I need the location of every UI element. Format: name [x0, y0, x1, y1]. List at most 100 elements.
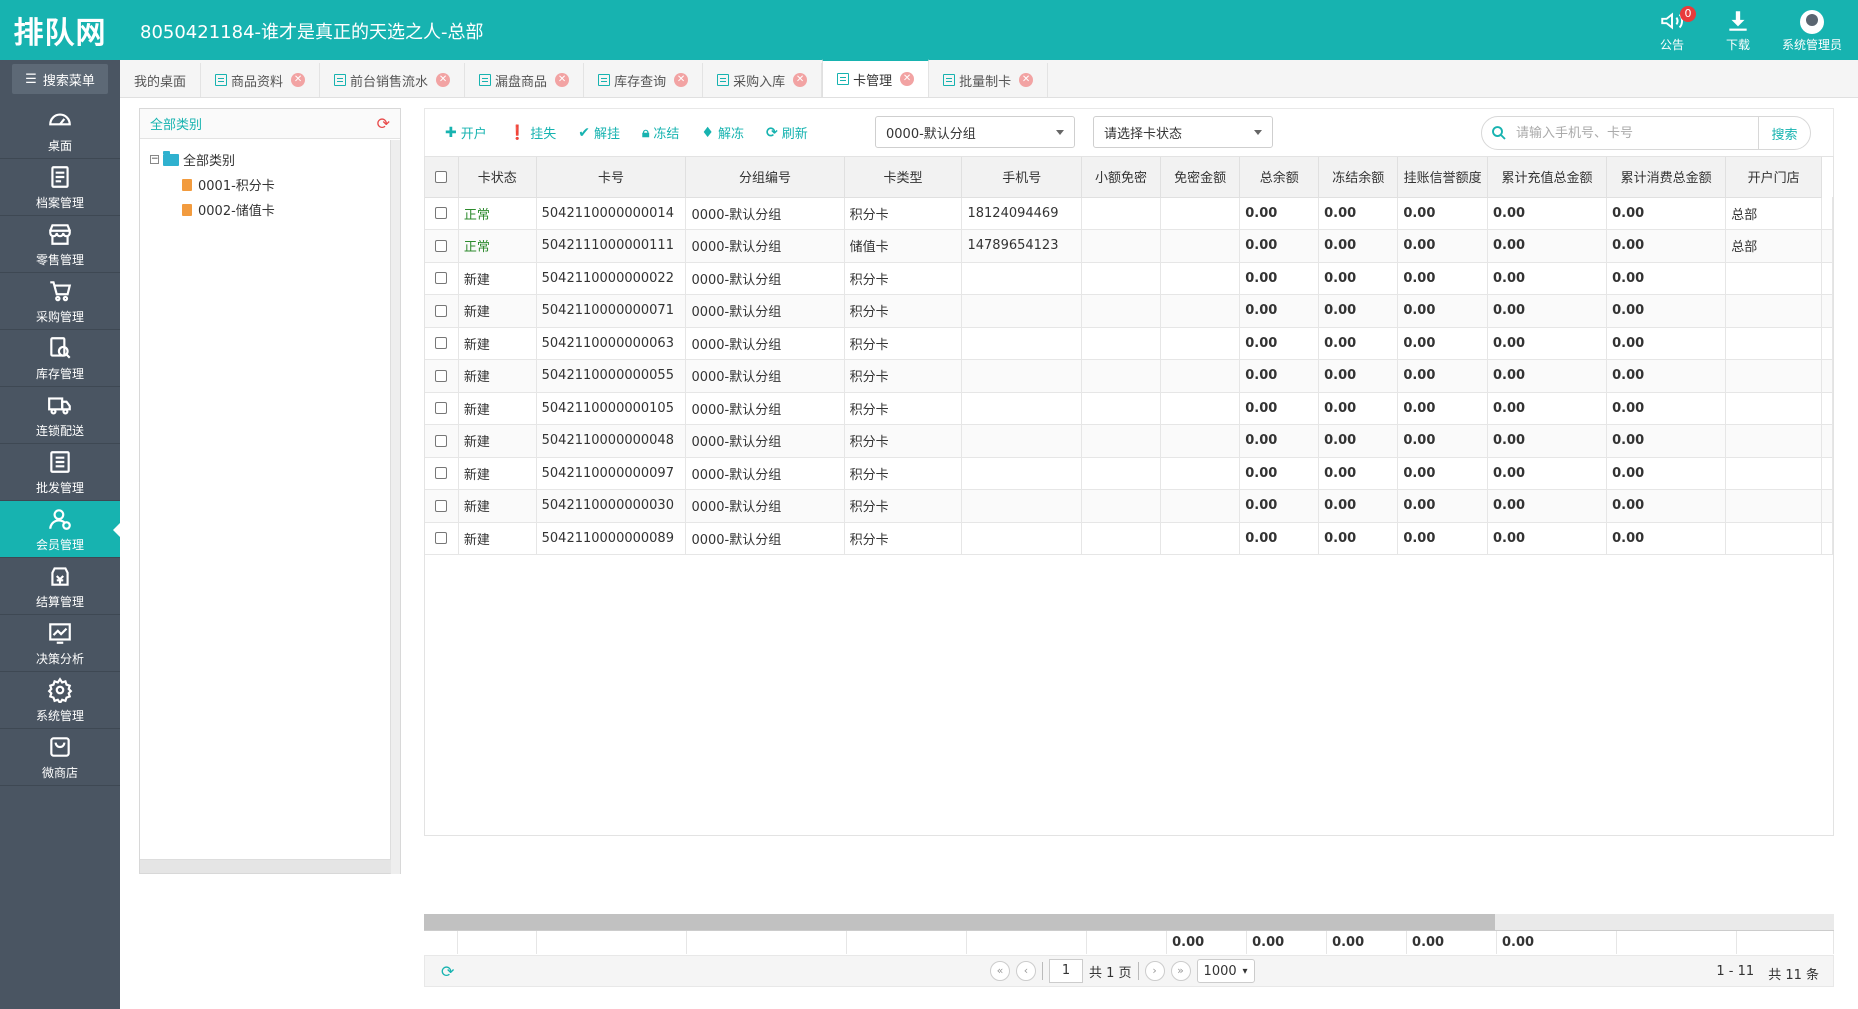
table-row[interactable]: 新建 5042110000000097 0000-默认分组 积分卡 0.00 0.00 0.… — [425, 457, 1833, 490]
row-checkbox[interactable] — [425, 489, 459, 523]
info-icon: ❗ — [508, 124, 527, 141]
search-menu-button[interactable]: ☰ 搜索菜单 — [12, 64, 108, 94]
column-header[interactable]: 卡状态 — [458, 157, 537, 198]
close-icon[interactable]: ✕ — [555, 73, 570, 87]
table-row[interactable]: 正常 5042111000000111 0000-默认分组 储值卡 1478965412… — [425, 229, 1833, 263]
table-row[interactable]: 新建 5042110000000089 0000-默认分组 积分卡 0.00 0.00 0.… — [425, 522, 1833, 555]
tab-batch-card[interactable]: 批量制卡 ✕ — [929, 63, 1049, 97]
app-logo[interactable]: 排队网 — [0, 0, 120, 60]
row-checkbox[interactable] — [425, 262, 459, 295]
tab-card-management[interactable]: 卡管理 ✕ — [822, 59, 930, 97]
row-checkbox[interactable] — [425, 359, 459, 393]
table-cell — [1160, 424, 1241, 458]
table-row[interactable]: 新建 5042110000000048 0000-默认分组 积分卡 0.00 0.00 0.… — [425, 424, 1833, 458]
column-header[interactable]: 挂账信誉额度 — [1397, 157, 1488, 198]
column-header[interactable]: 累计充值总金额 — [1487, 157, 1608, 198]
tab-inventory-query[interactable]: 库存查询 ✕ — [584, 63, 704, 97]
tree-node-stored-value-card[interactable]: 0002-储值卡 — [150, 197, 390, 222]
sidebar-item-inventory[interactable]: 库存管理 — [0, 330, 120, 387]
column-header[interactable]: 冻结余额 — [1318, 157, 1399, 198]
table-row[interactable]: 新建 5042110000000022 0000-默认分组 积分卡 0.00 0.00 0.… — [425, 262, 1833, 295]
table-row[interactable]: 新建 5042110000000030 0000-默认分组 积分卡 0.00 0.00 0.… — [425, 489, 1833, 523]
freeze-button[interactable]: 🔒︎ 冻结 — [642, 123, 679, 143]
page-number-input[interactable]: 1 — [1049, 959, 1083, 983]
row-checkbox[interactable] — [425, 392, 459, 425]
refresh-button[interactable]: ⟳ 刷新 — [766, 123, 808, 143]
sidebar-item-retail[interactable]: 零售管理 — [0, 216, 120, 273]
tab-pos-sales[interactable]: 前台销售流水 ✕ — [320, 63, 466, 97]
table-row[interactable]: 正常 5042110000000014 0000-默认分组 积分卡 1812409446… — [425, 197, 1833, 230]
sidebar-item-analysis[interactable]: 决策分析 — [0, 615, 120, 672]
card-status-select-value: 请选择卡状态 — [1104, 126, 1183, 142]
tree-node-points-card[interactable]: 0001-积分卡 — [150, 172, 390, 197]
announcement-badge: 0 — [1680, 6, 1696, 22]
refresh-icon[interactable]: ⟳ — [441, 962, 454, 981]
column-header[interactable]: 卡类型 — [844, 157, 963, 198]
last-page-icon[interactable]: » — [1170, 961, 1191, 981]
tab-my-desktop[interactable]: 我的桌面 — [120, 63, 202, 97]
unfreeze-button[interactable]: ♦ 解冻 — [701, 123, 744, 143]
announcement-button[interactable]: 0 公告 — [1644, 6, 1700, 54]
sidebar-item-archive[interactable]: 档案管理 — [0, 159, 120, 216]
close-icon[interactable]: ✕ — [674, 73, 689, 87]
search-input[interactable] — [1516, 117, 1758, 149]
select-all-checkbox[interactable] — [425, 157, 459, 198]
group-select[interactable]: 0000-默认分组 — [875, 116, 1075, 148]
prev-page-icon[interactable]: ‹ — [1016, 961, 1036, 981]
open-account-button[interactable]: ✚ 开户 — [445, 123, 487, 143]
tree-horizontal-scrollbar[interactable] — [140, 859, 391, 873]
column-header[interactable]: 手机号 — [961, 157, 1082, 198]
sidebar-item-microshop[interactable]: 微商店 — [0, 729, 120, 786]
row-checkbox[interactable] — [425, 197, 459, 230]
sidebar-item-wholesale[interactable]: 批发管理 — [0, 444, 120, 501]
row-checkbox[interactable] — [425, 327, 459, 360]
table-cell: 0000-默认分组 — [685, 294, 845, 328]
column-header[interactable]: 卡号 — [536, 157, 687, 198]
user-menu-button[interactable]: 系统管理员 — [1776, 6, 1848, 54]
close-icon[interactable]: ✕ — [291, 73, 306, 87]
card-status-select[interactable]: 请选择卡状态 — [1093, 116, 1273, 148]
table-horizontal-scrollbar[interactable] — [424, 914, 1834, 930]
sidebar-item-member[interactable]: 会员管理 — [0, 501, 120, 558]
column-header[interactable]: 免密金额 — [1160, 157, 1241, 198]
tab-product-info[interactable]: 商品资料 ✕ — [201, 63, 321, 97]
tree-node-root[interactable]: − 全部类别 — [150, 147, 390, 172]
table-cell — [961, 392, 1082, 425]
download-button[interactable]: 下载 — [1710, 6, 1766, 54]
row-checkbox[interactable] — [425, 229, 459, 263]
column-header[interactable]: 小额免密 — [1081, 157, 1162, 198]
column-header[interactable]: 分组编号 — [685, 157, 845, 198]
sidebar-item-system[interactable]: 系统管理 — [0, 672, 120, 729]
row-checkbox[interactable] — [425, 294, 459, 328]
tab-purchase-inbound[interactable]: 采购入库 ✕ — [703, 63, 823, 97]
sidebar-item-desktop[interactable]: 桌面 — [0, 102, 120, 159]
search-button[interactable]: 搜索 — [1758, 117, 1810, 149]
sidebar-item-distribution[interactable]: 连锁配送 — [0, 387, 120, 444]
table-row[interactable]: 新建 5042110000000055 0000-默认分组 积分卡 0.00 0.00 0.… — [425, 359, 1833, 393]
table-row[interactable]: 新建 5042110000000071 0000-默认分组 积分卡 0.00 0.00 0.… — [425, 294, 1833, 328]
close-icon[interactable]: ✕ — [793, 73, 808, 87]
table-row[interactable]: 新建 5042110000000063 0000-默认分组 积分卡 0.00 0.00 0.… — [425, 327, 1833, 360]
close-icon[interactable]: ✕ — [436, 73, 451, 87]
cancel-loss-button[interactable]: ✔ 解挂 — [578, 123, 620, 143]
page-size-select[interactable]: 1000 ▾ — [1196, 959, 1255, 983]
table-row[interactable]: 新建 5042110000000105 0000-默认分组 积分卡 0.00 0.00 0.… — [425, 392, 1833, 425]
column-header[interactable]: 累计消费总金额 — [1606, 157, 1727, 198]
close-icon[interactable]: ✕ — [900, 72, 915, 86]
collapse-toggle-icon[interactable]: − — [150, 155, 159, 164]
column-header[interactable]: 开户门店 — [1725, 157, 1822, 198]
refresh-icon[interactable]: ⟳ — [377, 114, 390, 133]
tree-vertical-scrollbar[interactable] — [390, 140, 400, 874]
close-icon[interactable]: ✕ — [1019, 73, 1034, 87]
report-loss-button[interactable]: ❗ 挂失 — [508, 123, 556, 143]
sidebar-item-purchase[interactable]: 采购管理 — [0, 273, 120, 330]
next-page-icon[interactable]: › — [1144, 961, 1165, 981]
row-checkbox[interactable] — [425, 457, 459, 490]
scrollbar-thumb[interactable] — [424, 914, 1495, 930]
sidebar-item-settlement[interactable]: 结算管理 — [0, 558, 120, 615]
tab-missed-stock[interactable]: 漏盘商品 ✕ — [465, 63, 585, 97]
column-header[interactable]: 总余额 — [1239, 157, 1320, 198]
first-page-icon[interactable]: « — [990, 961, 1010, 981]
row-checkbox[interactable] — [425, 522, 459, 555]
row-checkbox[interactable] — [425, 424, 459, 458]
